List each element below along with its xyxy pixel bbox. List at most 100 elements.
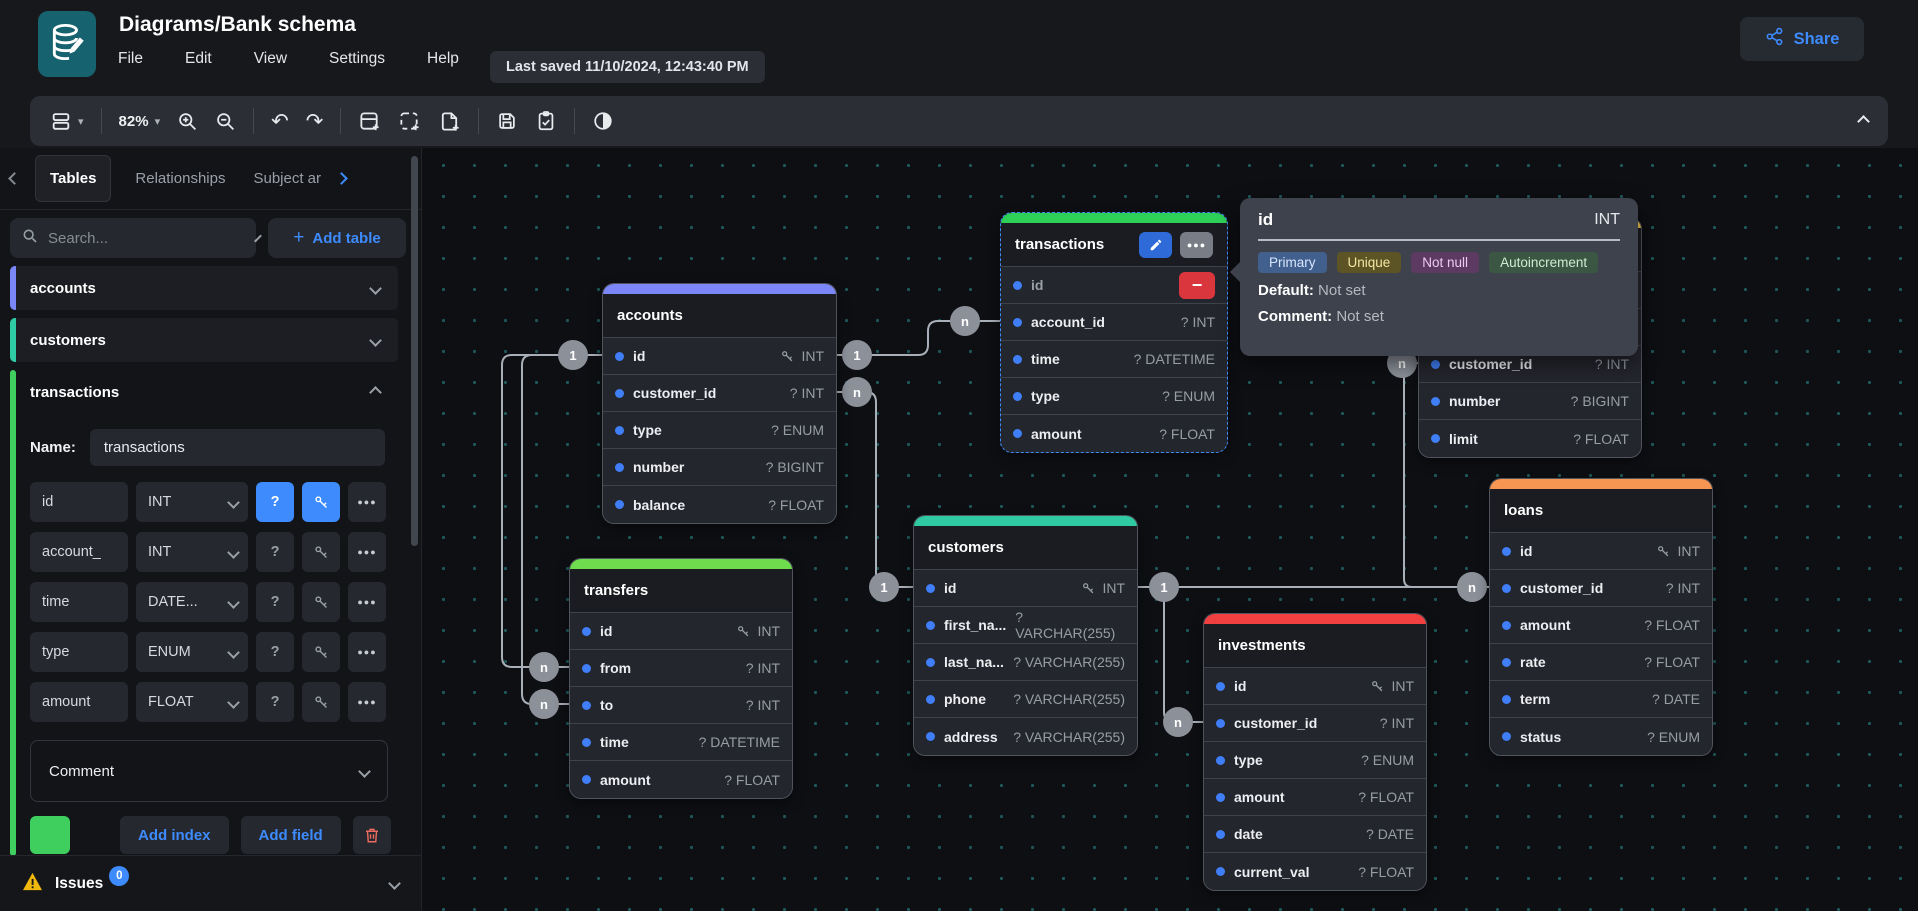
canvas-table-investments[interactable]: investments idINT customer_id? INT type?… xyxy=(1203,613,1427,891)
menu-settings[interactable]: Settings xyxy=(329,50,385,68)
tab-subject-areas[interactable]: Subject ar xyxy=(239,156,335,201)
table-row[interactable]: account_id? INT xyxy=(1001,304,1227,341)
table-row[interactable]: time? DATETIME xyxy=(1001,341,1227,378)
table-row[interactable]: amount? FLOAT xyxy=(1204,779,1426,816)
field-type-select[interactable]: INT xyxy=(136,532,248,572)
table-row[interactable]: number? BIGINT xyxy=(603,449,836,486)
redo-button[interactable]: ↷ xyxy=(306,111,324,131)
field-primary-key-toggle[interactable] xyxy=(302,682,340,722)
table-row[interactable]: amount? FLOAT xyxy=(1490,607,1712,644)
table-row[interactable]: rate? FLOAT xyxy=(1490,644,1712,681)
field-name-input[interactable]: time xyxy=(30,582,128,622)
zoom-level-dropdown[interactable]: 82% ▾ xyxy=(119,113,161,130)
add-index-button[interactable]: Add index xyxy=(120,816,229,854)
table-row[interactable]: type? ENUM xyxy=(1001,378,1227,415)
table-search-select[interactable] xyxy=(10,218,256,258)
table-row[interactable]: number? BIGINT xyxy=(1419,383,1641,420)
table-row[interactable]: term? DATE xyxy=(1490,681,1712,718)
zoom-in-button[interactable] xyxy=(177,111,198,132)
save-button[interactable] xyxy=(496,110,518,132)
table-row[interactable]: phone? VARCHAR(255) xyxy=(914,681,1137,718)
tabs-scroll-right-icon[interactable] xyxy=(335,172,348,185)
table-row[interactable]: idINT xyxy=(1204,668,1426,705)
table-title[interactable]: transfers xyxy=(570,569,792,613)
canvas-table-transfers[interactable]: transfers idINT from? INT to? INT time? … xyxy=(569,558,793,799)
table-row[interactable]: idINT xyxy=(1490,533,1712,570)
canvas-table-loans[interactable]: loans idINT customer_id? INT amount? FLO… xyxy=(1489,478,1713,756)
add-area-button[interactable] xyxy=(398,110,421,133)
table-row[interactable]: limit? FLOAT xyxy=(1419,420,1641,457)
table-title[interactable]: loans xyxy=(1490,489,1712,533)
table-row[interactable]: amount? FLOAT xyxy=(1001,415,1227,452)
table-row[interactable]: current_val? FLOAT xyxy=(1204,853,1426,890)
field-name-input[interactable]: id xyxy=(30,482,128,522)
search-input[interactable] xyxy=(48,230,247,247)
field-nullable-toggle[interactable]: ? xyxy=(256,682,294,722)
table-name-input[interactable] xyxy=(90,429,385,466)
field-primary-key-toggle[interactable] xyxy=(302,632,340,672)
tab-tables[interactable]: Tables xyxy=(35,155,111,202)
sidebar-item-customers[interactable]: customers xyxy=(10,318,398,362)
sidebar-item-transactions[interactable]: transactions xyxy=(10,370,398,414)
add-note-button[interactable] xyxy=(438,110,461,133)
field-primary-key-toggle[interactable] xyxy=(302,582,340,622)
table-row[interactable]: date? DATE xyxy=(1204,816,1426,853)
table-row[interactable]: type? ENUM xyxy=(603,412,836,449)
table-row[interactable]: idINT xyxy=(603,338,836,375)
layout-menu-button[interactable]: ▾ xyxy=(50,110,84,132)
field-name-input[interactable]: type xyxy=(30,632,128,672)
field-more-button[interactable]: ●●● xyxy=(348,582,386,622)
issues-panel-toggle[interactable]: Issues 0 xyxy=(0,855,421,911)
todo-button[interactable] xyxy=(535,110,557,132)
field-more-button[interactable]: ●●● xyxy=(348,532,386,572)
table-row[interactable]: customer_id? INT xyxy=(603,375,836,412)
field-primary-key-toggle[interactable] xyxy=(302,532,340,572)
tabs-scroll-left-icon[interactable] xyxy=(8,172,21,185)
add-table-tool-button[interactable] xyxy=(358,110,381,133)
table-title[interactable]: accounts xyxy=(603,294,836,338)
table-title[interactable]: customers xyxy=(914,526,1137,570)
field-nullable-toggle[interactable]: ? xyxy=(256,532,294,572)
sidebar-item-accounts[interactable]: accounts xyxy=(10,266,398,310)
table-title[interactable]: investments xyxy=(1204,624,1426,668)
zoom-out-button[interactable] xyxy=(215,111,236,132)
table-row[interactable]: customer_id? INT xyxy=(1490,570,1712,607)
field-more-button[interactable]: ●●● xyxy=(348,482,386,522)
table-row[interactable]: amount? FLOAT xyxy=(570,761,792,798)
comment-section[interactable]: Comment xyxy=(30,740,388,802)
add-field-button[interactable]: Add field xyxy=(241,816,341,854)
table-row[interactable]: balance? FLOAT xyxy=(603,486,836,523)
menu-edit[interactable]: Edit xyxy=(185,50,212,68)
field-nullable-toggle[interactable]: ? xyxy=(256,632,294,672)
table-row[interactable]: time? DATETIME xyxy=(570,724,792,761)
menu-help[interactable]: Help xyxy=(427,50,459,68)
table-row[interactable]: type? ENUM xyxy=(1204,742,1426,779)
field-type-select[interactable]: FLOAT xyxy=(136,682,248,722)
field-name-input[interactable]: account_ xyxy=(30,532,128,572)
table-row[interactable]: last_na...? VARCHAR(255) xyxy=(914,644,1137,681)
field-type-select[interactable]: INT xyxy=(136,482,248,522)
table-color-swatch[interactable] xyxy=(30,816,70,854)
edit-table-button[interactable] xyxy=(1139,232,1172,258)
table-row[interactable]: address? VARCHAR(255) xyxy=(914,718,1137,755)
table-row[interactable]: id− xyxy=(1001,267,1227,304)
menu-file[interactable]: File xyxy=(118,50,143,68)
field-type-select[interactable]: DATE... xyxy=(136,582,248,622)
field-more-button[interactable]: ●●● xyxy=(348,632,386,672)
table-row[interactable]: idINT xyxy=(914,570,1137,607)
canvas-table-customers[interactable]: customers idINT first_na...? VARCHAR(255… xyxy=(913,515,1138,756)
table-row[interactable]: status? ENUM xyxy=(1490,718,1712,755)
delete-field-button[interactable]: − xyxy=(1179,272,1215,299)
delete-table-button[interactable] xyxy=(353,816,391,854)
sidebar-scrollbar[interactable] xyxy=(411,156,418,546)
field-more-button[interactable]: ●●● xyxy=(348,682,386,722)
canvas-table-accounts[interactable]: accounts idINT customer_id? INT type? EN… xyxy=(602,283,837,524)
table-title[interactable]: transactions ●●● xyxy=(1001,223,1227,267)
canvas-table-transactions[interactable]: transactions ●●● id− account_id? INT tim… xyxy=(1000,212,1228,453)
table-row[interactable]: idINT xyxy=(570,613,792,650)
table-row[interactable]: to? INT xyxy=(570,687,792,724)
toolbar-collapse-button[interactable] xyxy=(1859,117,1868,126)
field-nullable-toggle[interactable]: ? xyxy=(256,482,294,522)
app-logo[interactable] xyxy=(38,11,96,77)
table-row[interactable]: customer_id? INT xyxy=(1204,705,1426,742)
